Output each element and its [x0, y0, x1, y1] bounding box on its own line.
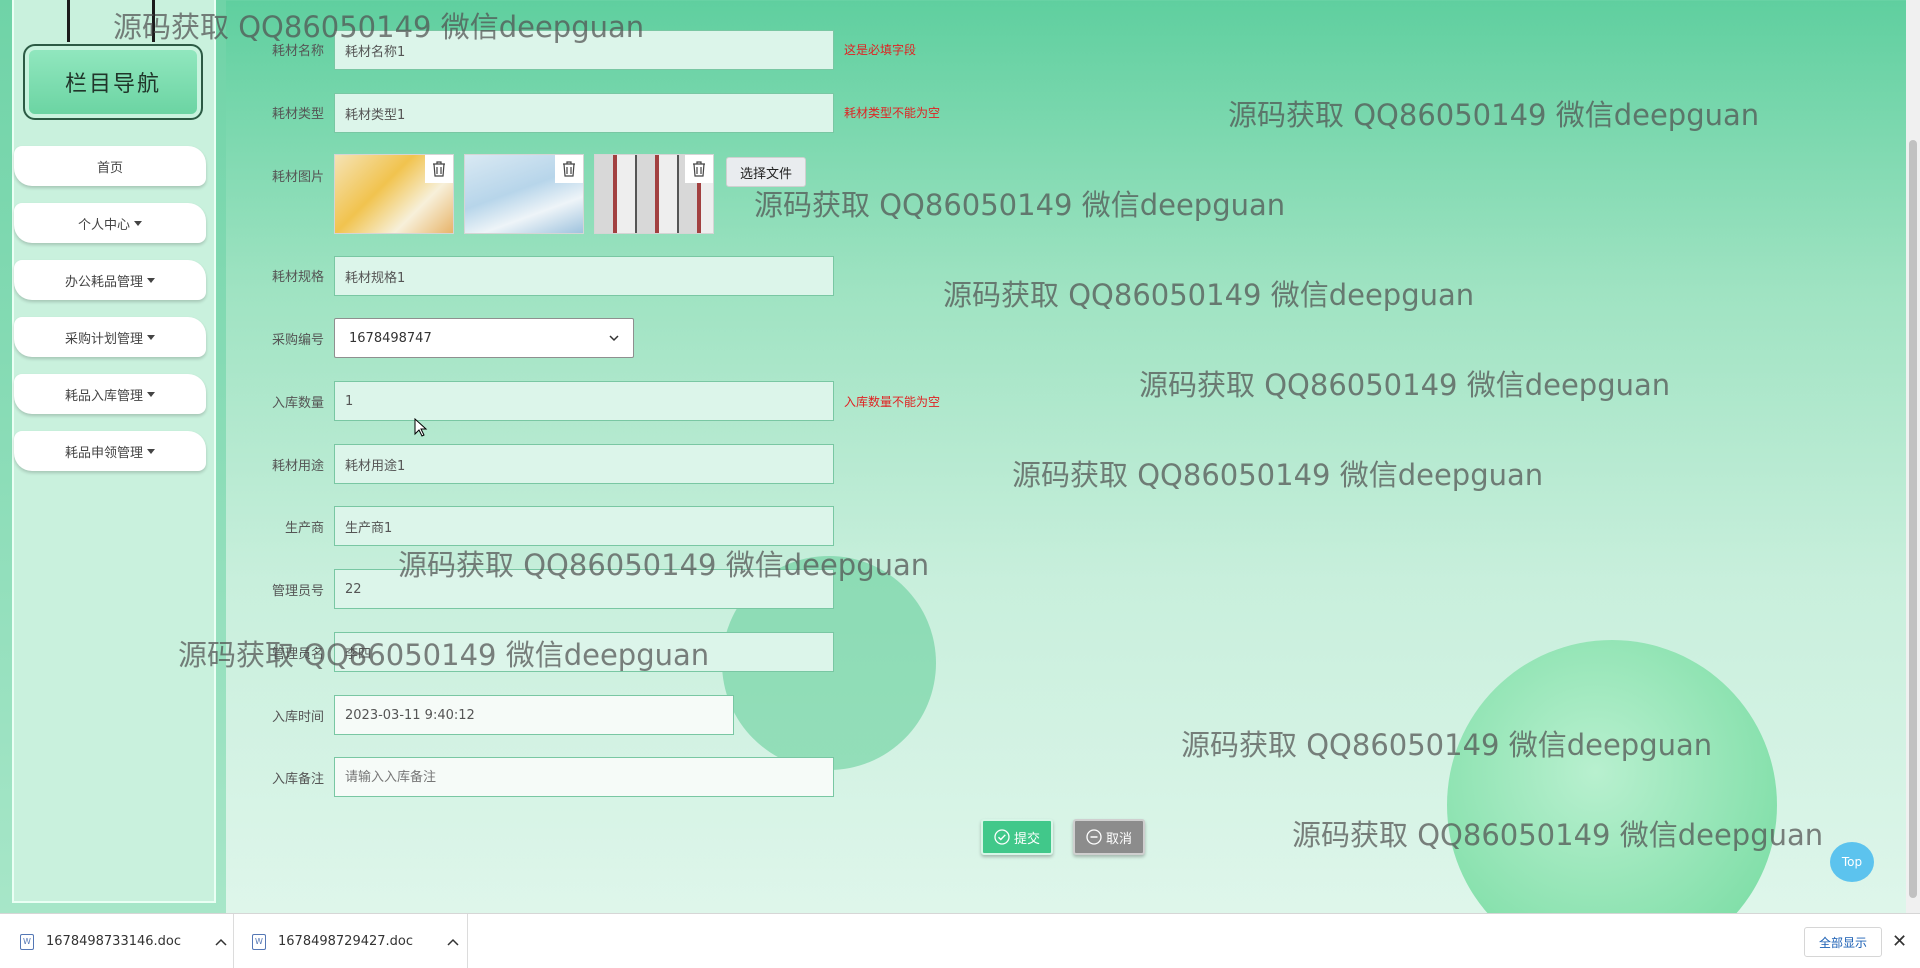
download-bar: W 1678498733146.doc W 1678498729427.doc … [0, 913, 1920, 968]
nav-string-left [67, 0, 70, 42]
name-field[interactable] [334, 30, 834, 70]
caret-down-icon [134, 220, 142, 226]
remark-label: 入库备注 [271, 772, 324, 787]
sidebar-item-label: 耗品申领管理 [64, 445, 143, 461]
watermark: 源码获取 QQ86050149 微信deepguan [1228, 98, 1760, 132]
name-label: 耗材名称 [271, 44, 324, 59]
nav-string-right [152, 0, 155, 42]
show-all-button[interactable]: 全部显示 [1804, 927, 1882, 957]
close-icon[interactable]: ✕ [1892, 931, 1907, 952]
spec-label: 耗材规格 [271, 270, 324, 285]
caret-down-icon [147, 448, 155, 454]
type-label: 耗材类型 [271, 107, 324, 122]
chevron-down-icon [609, 334, 619, 341]
spec-field[interactable] [334, 256, 834, 296]
sidebar-item-label: 采购计划管理 [64, 331, 143, 347]
sidebar-item-label: 首页 [96, 160, 123, 176]
sidebar-item-label: 办公耗品管理 [64, 274, 143, 290]
purchase-no-label: 采购编号 [271, 333, 324, 348]
image-thumbnail-3 [594, 154, 714, 234]
manufacturer-field[interactable] [334, 506, 834, 546]
caret-down-icon [147, 277, 155, 283]
sidebar-item-home[interactable]: 首页 [14, 146, 206, 186]
sidebar-item-label: 个人中心 [77, 217, 130, 233]
scrollbar[interactable] [1906, 0, 1920, 913]
type-field[interactable] [334, 93, 834, 133]
sidebar-item-requisition[interactable]: 耗品申领管理 [14, 431, 206, 471]
quantity-field[interactable] [334, 381, 834, 421]
time-field[interactable] [334, 695, 734, 735]
sidebar-item-office-supplies[interactable]: 办公耗品管理 [14, 260, 206, 300]
admin-name-field[interactable] [334, 632, 834, 672]
trash-icon [693, 161, 705, 177]
quantity-error: 入库数量不能为空 [844, 395, 941, 409]
minus-circle-icon [1086, 829, 1102, 845]
admin-no-field[interactable] [334, 569, 834, 609]
watermark: 源码获取 QQ86050149 微信deepguan [1012, 458, 1544, 492]
image-thumbnail-1 [334, 154, 454, 234]
cancel-label: 取消 [1105, 831, 1132, 847]
chevron-up-icon[interactable] [447, 938, 459, 946]
remark-field[interactable] [334, 757, 834, 797]
sidebar-item-purchase-plan[interactable]: 采购计划管理 [14, 317, 206, 357]
time-label: 入库时间 [271, 710, 324, 725]
sidebar-title: 栏目导航 [23, 44, 203, 120]
type-error: 耗材类型不能为空 [844, 106, 941, 120]
submit-label: 提交 [1013, 831, 1040, 847]
sidebar-item-personal-center[interactable]: 个人中心 [14, 203, 206, 243]
doc-file-icon: W [252, 933, 266, 950]
purchase-no-value: 1678498747 [349, 330, 432, 346]
back-to-top-button[interactable]: Top [1830, 842, 1874, 882]
admin-no-label: 管理员号 [271, 584, 324, 599]
caret-down-icon [147, 391, 155, 397]
manufacturer-label: 生产商 [284, 521, 324, 536]
download-item[interactable]: W 1678498733146.doc [0, 914, 234, 968]
delete-image-button[interactable] [685, 155, 713, 183]
delete-image-button[interactable] [425, 155, 453, 183]
watermark: 源码获取 QQ86050149 微信deepguan [754, 188, 1286, 222]
trash-icon [433, 161, 445, 177]
usage-label: 耗材用途 [271, 459, 324, 474]
watermark: 源码获取 QQ86050149 微信deepguan [943, 278, 1475, 312]
download-filename: 1678498733146.doc [46, 934, 182, 949]
mouse-cursor-icon [414, 418, 428, 437]
purchase-no-select[interactable]: 1678498747 [334, 318, 634, 358]
download-filename: 1678498729427.doc [278, 934, 414, 949]
sidebar: 栏目导航 首页 个人中心 办公耗品管理 采购计划管理 耗品入库管理 耗品申领管理 [0, 0, 226, 913]
caret-down-icon [147, 334, 155, 340]
watermark: 源码获取 QQ86050149 微信deepguan [1139, 368, 1671, 402]
cancel-button[interactable]: 取消 [1073, 819, 1145, 855]
trash-icon [563, 161, 575, 177]
scrollbar-thumb[interactable] [1909, 140, 1917, 898]
admin-name-label: 管理员名 [271, 647, 324, 662]
check-circle-icon [994, 829, 1010, 845]
name-error: 这是必填字段 [844, 43, 917, 57]
sidebar-item-stock-in[interactable]: 耗品入库管理 [14, 374, 206, 414]
chevron-up-icon[interactable] [215, 938, 227, 946]
sidebar-item-label: 耗品入库管理 [64, 388, 143, 404]
usage-field[interactable] [334, 444, 834, 484]
doc-file-icon: W [20, 933, 34, 950]
choose-file-button[interactable]: 选择文件 [726, 157, 806, 187]
quantity-label: 入库数量 [271, 396, 324, 411]
image-label: 耗材图片 [271, 170, 324, 185]
delete-image-button[interactable] [555, 155, 583, 183]
download-item[interactable]: W 1678498729427.doc [236, 914, 468, 968]
submit-button[interactable]: 提交 [981, 819, 1053, 855]
image-thumbnail-2 [464, 154, 584, 234]
